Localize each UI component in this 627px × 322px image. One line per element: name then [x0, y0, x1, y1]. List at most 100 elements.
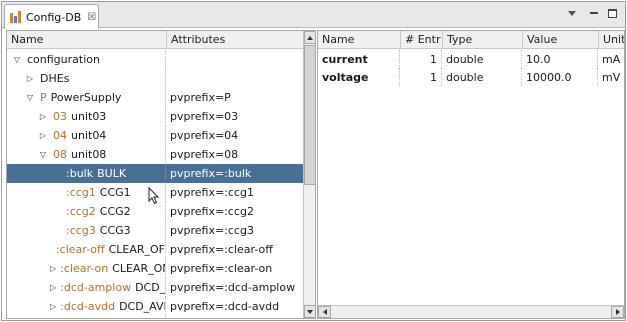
pv-prefix: :dcd-avdd	[60, 300, 116, 313]
tree-attribute-cell: pvprefix=:clear-off	[170, 243, 273, 256]
scroll-up-button[interactable]	[304, 31, 315, 44]
tree-name-cell[interactable]: ▷ :clear-on CLEAR_ON	[7, 259, 166, 278]
unit-cell: mV	[602, 70, 621, 84]
tree-node-label: DCD_AVI	[119, 300, 166, 313]
tree-row[interactable]: ▽ 08 unit08 pvprefix=08	[7, 145, 304, 164]
tree-row[interactable]: ▽ P PowerSupply pvprefix=P	[7, 88, 304, 107]
pv-prefix: :bulk	[66, 167, 94, 180]
scroll-thumb[interactable]	[304, 45, 315, 185]
collapsed-twisty-icon[interactable]: ▷	[37, 112, 49, 121]
tree-name-cell[interactable]: :ccg3 CCG3	[7, 221, 166, 240]
pv-prefix: :ccg3	[66, 224, 96, 237]
tree-row[interactable]: :ccg3 CCG3 pvprefix=:ccg3	[7, 221, 304, 240]
tree-name-cell[interactable]: :dcd-dvddDCD_DV	[7, 316, 166, 318]
tree-node-label: configuration	[27, 53, 100, 66]
tree-attribute-cell: pvprefix=P	[170, 91, 231, 104]
tree-row[interactable]: :dcd-dvddDCD_DVpvprefix=:dcd-dvdd	[7, 316, 304, 318]
tree-node-label: unit04	[71, 129, 107, 142]
unit-cell: mA	[602, 52, 621, 66]
tree-node-label: CCG3	[99, 224, 131, 237]
values-table[interactable]: Name # Entr Type Value Unit current 1 doub…	[317, 30, 625, 319]
tree-name-cell[interactable]: ▷ 03 unit03	[7, 107, 166, 126]
type-cell: double	[442, 50, 522, 68]
tree-node-label: CLEAR_ON	[112, 262, 166, 275]
pv-prefix: 08	[53, 148, 67, 161]
column-header-value[interactable]: Value	[522, 31, 598, 49]
tree-row[interactable]: ▷ 03 unit03 pvprefix=03	[7, 107, 304, 126]
tree-row[interactable]: ▷:dcd-amplow DCD_ pvprefix=:dcd-amplow	[7, 278, 304, 297]
tree-attribute-cell: pvprefix=:dcd-dvdd	[166, 316, 304, 318]
column-header-entries[interactable]: # Entr	[400, 31, 442, 49]
tree-row[interactable]: ▽ configuration	[7, 50, 304, 69]
collapsed-twisty-icon[interactable]: ▷	[24, 74, 36, 83]
tree-attribute-cell: pvprefix=03	[170, 110, 239, 123]
pv-prefix: 04	[53, 129, 67, 142]
collapsed-twisty-icon[interactable]: ▷	[50, 264, 56, 273]
mouse-cursor-icon	[148, 187, 160, 205]
tree-node-label: CLEAR_OF	[108, 243, 165, 256]
column-header-type[interactable]: Type	[442, 31, 522, 49]
tree-node-label: unit08	[71, 148, 107, 161]
scroll-left-button[interactable]	[318, 306, 331, 318]
tree-row[interactable]: :clear-off CLEAR_OF pvprefix=:clear-off	[7, 240, 304, 259]
tree-name-cell[interactable]: :ccg1 CCG1	[7, 183, 166, 202]
type-cell: double	[442, 68, 522, 86]
table-row[interactable]: current 1 double 10.0 mA	[318, 50, 624, 68]
tree-node-label: CCG2	[99, 205, 131, 218]
tree-row[interactable]: ▷:dcd-avdd DCD_AVI pvprefix=:dcd-avdd	[7, 297, 304, 316]
name-cell: voltage	[318, 68, 400, 86]
tree-row[interactable]: ▷ DHEs	[7, 69, 304, 88]
column-header-name[interactable]: Name	[318, 31, 400, 49]
entries-cell: 1	[400, 68, 442, 86]
tree-row[interactable]: ▷ 04 unit04 pvprefix=04	[7, 126, 304, 145]
tree-attribute-cell: pvprefix=:bulk	[170, 167, 252, 180]
tree-vertical-scrollbar[interactable]	[303, 31, 315, 318]
column-header-unit[interactable]: Unit	[598, 31, 624, 49]
value-cell: 10000.0	[522, 68, 598, 86]
column-header-attributes[interactable]: Attributes	[166, 31, 304, 49]
pv-prefix: 03	[53, 110, 67, 123]
tree-attribute-cell: pvprefix=04	[170, 129, 239, 142]
config-db-tab[interactable]: Config-DB ☒	[4, 4, 99, 29]
tree-name-cell[interactable]: :clear-off CLEAR_OF	[7, 240, 166, 259]
tree-name-cell[interactable]: ▽ P PowerSupply	[7, 88, 166, 107]
tree-row[interactable]: :bulk BULK pvprefix=:bulk	[7, 164, 304, 183]
config-db-view: Config-DB ☒ Name Attributes ▽ configurati…	[1, 1, 626, 321]
view-menu-icon[interactable]	[566, 7, 578, 19]
config-db-icon	[10, 11, 22, 23]
tree-name-cell[interactable]: ▷ 04 unit04	[7, 126, 166, 145]
column-header-name[interactable]: Name	[7, 31, 166, 49]
tree-attribute-cell: pvprefix=:ccg1	[170, 186, 254, 199]
collapsed-twisty-icon[interactable]: ▷	[50, 283, 56, 292]
tree-name-cell[interactable]: ▷ DHEs	[7, 69, 166, 88]
maximize-icon[interactable]	[606, 7, 618, 19]
scroll-right-button[interactable]	[611, 306, 624, 318]
tree-name-cell[interactable]: ▽ 08 unit08	[7, 145, 166, 164]
tree-attribute-cell	[166, 69, 304, 88]
collapsed-twisty-icon[interactable]: ▷	[37, 131, 49, 140]
table-horizontal-scrollbar[interactable]	[318, 305, 624, 318]
tree-row[interactable]: ▷:clear-on CLEAR_ON pvprefix=:clear-on	[7, 259, 304, 278]
config-tree[interactable]: Name Attributes ▽ configuration ▷ DHEs ▽ P Pow…	[6, 30, 316, 319]
pv-prefix: :clear-on	[60, 262, 109, 275]
tree-name-cell[interactable]: ▷ :dcd-avdd DCD_AVI	[7, 297, 166, 316]
tree-name-cell[interactable]: ▽ configuration	[7, 50, 166, 69]
value-cell: 10.0	[522, 50, 598, 68]
tree-attribute-cell: pvprefix=:ccg2	[170, 205, 254, 218]
tree-name-cell[interactable]: :ccg2 CCG2	[7, 202, 166, 221]
tab-title: Config-DB	[26, 10, 82, 24]
tree-name-cell[interactable]: :bulk BULK	[7, 164, 166, 183]
tree-node-label: DHEs	[40, 72, 70, 85]
minimize-icon[interactable]	[588, 7, 600, 19]
expanded-twisty-icon[interactable]: ▽	[11, 55, 23, 64]
tree-attribute-cell	[166, 50, 304, 69]
pv-prefix: :ccg2	[66, 205, 96, 218]
tree-name-cell[interactable]: ▷:dcd-amplow DCD_	[7, 278, 166, 297]
expanded-twisty-icon[interactable]: ▽	[24, 93, 36, 102]
expanded-twisty-icon[interactable]: ▽	[37, 150, 49, 159]
collapsed-twisty-icon[interactable]: ▷	[50, 302, 56, 311]
scroll-down-button[interactable]	[304, 305, 315, 318]
table-row[interactable]: voltage 1 double 10000.0 mV	[318, 68, 624, 86]
pv-prefix: :ccg1	[66, 186, 96, 199]
close-icon[interactable]: ☒	[87, 12, 96, 23]
